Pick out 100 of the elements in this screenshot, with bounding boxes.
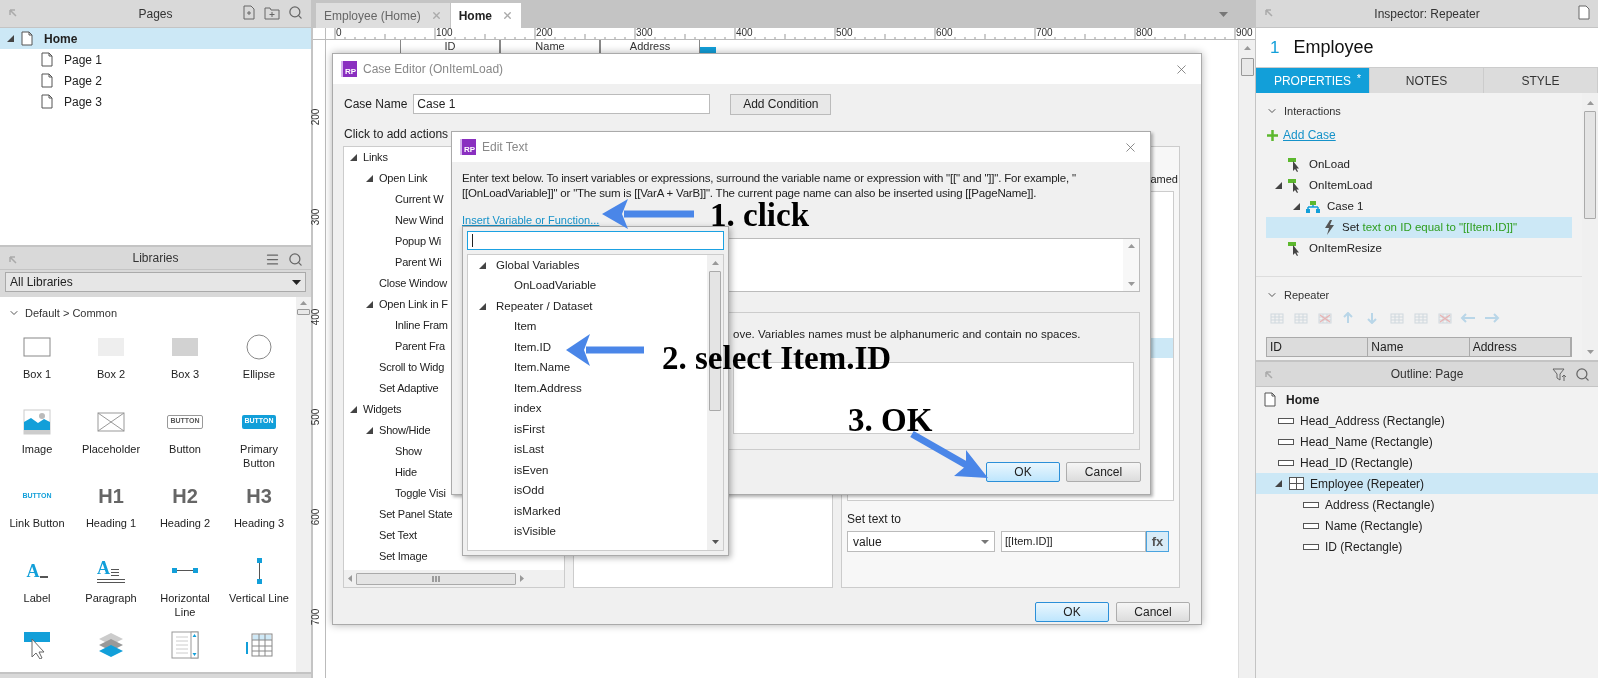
outline-tree-item[interactable]: Head_ID (Rectangle)	[1256, 452, 1598, 473]
arrow-icon[interactable]	[1264, 8, 1274, 18]
filter-icon[interactable]	[1552, 367, 1567, 382]
outline-tree-item[interactable]: Address (Rectangle)	[1256, 494, 1598, 515]
search-icon[interactable]	[288, 252, 303, 267]
tree-item[interactable]: Open Link	[379, 170, 428, 187]
triangle-icon[interactable]	[349, 153, 358, 162]
triangle-icon[interactable]	[365, 426, 374, 435]
new-page-icon[interactable]	[242, 5, 256, 20]
tree-item[interactable]: Set Panel State	[379, 506, 453, 523]
widget-label[interactable]: Box 3	[168, 367, 202, 381]
scrollbar-thumb[interactable]	[1240, 58, 1254, 76]
widget-label[interactable]: Heading 1	[83, 516, 139, 530]
menu-icon[interactable]	[265, 252, 280, 267]
column-header[interactable]: Address	[1469, 338, 1571, 356]
variable-item[interactable]: Repeater / Dataset	[496, 297, 593, 315]
inspector-tab[interactable]: STYLE	[1484, 68, 1598, 93]
widget-label[interactable]: Vertical Line	[227, 590, 291, 605]
widget-label[interactable]: Heading 3	[231, 516, 287, 530]
tree-item[interactable]: Popup Wi	[395, 233, 442, 250]
variable-item[interactable]: index	[514, 400, 542, 418]
grid-icon[interactable]	[1316, 312, 1332, 324]
type-select[interactable]: value	[847, 531, 995, 552]
column-header[interactable]: ID	[1267, 338, 1369, 356]
value-field[interactable]: [[Item.ID]]	[1001, 531, 1146, 552]
search-icon[interactable]	[1575, 367, 1590, 382]
outline-tree-item[interactable]: ID (Rectangle)	[1256, 536, 1598, 557]
handle-marker[interactable]	[700, 47, 716, 53]
case-name-field[interactable]: Case 1	[413, 94, 711, 114]
widget-label[interactable]: Placeholder	[79, 441, 143, 456]
dialog-button[interactable]: Cancel	[1116, 602, 1190, 622]
tree-item[interactable]: Show/Hide	[379, 422, 431, 439]
interaction-tree-item[interactable]: OnItemLoad	[1266, 175, 1572, 196]
outline-tree-item[interactable]: Head_Address (Rectangle)	[1256, 410, 1598, 431]
page-tree-item[interactable]: Page 3	[0, 91, 311, 112]
interaction-tree-item[interactable]: Set text on ID equal to "[[Item.ID]]"	[1266, 217, 1572, 238]
dialog-button[interactable]: OK	[986, 461, 1060, 482]
scroll-arrow-icon[interactable]	[711, 540, 719, 544]
variable-item[interactable]: isOdd	[514, 482, 545, 500]
variable-item[interactable]: Item.ID	[514, 338, 552, 356]
tree-item[interactable]: Widgets	[363, 401, 402, 418]
grip-icon[interactable]	[432, 575, 440, 582]
close-icon[interactable]	[430, 10, 442, 21]
fx-button[interactable]: fx	[1146, 531, 1169, 552]
add-condition-button[interactable]: Add Condition	[730, 93, 832, 115]
caret-icon[interactable]	[1219, 12, 1228, 17]
widget-label[interactable]: Label	[21, 590, 53, 605]
tree-item[interactable]: Show	[395, 443, 422, 460]
variable-item[interactable]: Item	[514, 318, 537, 336]
tree-item[interactable]: Parent Wi	[395, 254, 442, 271]
triangle-icon[interactable]	[365, 174, 374, 183]
variable-item[interactable]: isMarked	[514, 502, 561, 520]
widget-label[interactable]: Heading 2	[157, 516, 213, 530]
horizontal-scrollbar[interactable]	[344, 570, 564, 587]
triangle-icon[interactable]	[365, 300, 374, 309]
tree-item[interactable]: Links	[363, 149, 388, 166]
tree-item[interactable]: Parent Fra	[395, 338, 445, 355]
new-folder-icon[interactable]	[264, 5, 280, 20]
outline-tree-item[interactable]: Head_Name (Rectangle)	[1256, 431, 1598, 452]
variable-item[interactable]: isLast	[514, 441, 545, 459]
arrow-icon[interactable]	[8, 8, 18, 18]
tree-item[interactable]: Hide	[395, 464, 417, 481]
variable-item[interactable]: Item.Address	[514, 379, 582, 397]
triangle-icon[interactable]	[6, 34, 15, 43]
widget-label[interactable]: Image	[19, 441, 55, 456]
column-header[interactable]: Name	[1368, 338, 1470, 356]
tree-item[interactable]: New Wind	[395, 212, 444, 229]
tree-item[interactable]: Open Link in F	[379, 296, 448, 313]
scrollbar-thumb[interactable]	[297, 309, 310, 315]
library-select[interactable]: All Libraries	[5, 272, 306, 292]
outline-tree-item[interactable]: Employee (Repeater)	[1256, 473, 1598, 494]
outline-tree-item[interactable]: Name (Rectangle)	[1256, 515, 1598, 536]
scrollbar[interactable]	[296, 297, 311, 672]
arrow-icon[interactable]	[1484, 312, 1500, 324]
widget-label[interactable]: Primary Button	[222, 441, 296, 470]
page-tree-item[interactable]: Page 1	[0, 49, 311, 70]
arrow-icon[interactable]	[1264, 370, 1274, 380]
dialog-button[interactable]: OK	[1035, 602, 1109, 622]
page-icon[interactable]	[1578, 5, 1590, 20]
widget-label[interactable]: Button	[167, 441, 203, 456]
plus-icon[interactable]	[1267, 129, 1278, 141]
widget-label[interactable]: Horizontal Line	[148, 590, 222, 619]
interaction-tree-item[interactable]: OnItemResize	[1266, 238, 1572, 259]
widget-label[interactable]: Link Button	[7, 516, 67, 530]
widget-label[interactable]: Ellipse	[240, 367, 278, 381]
variable-item[interactable]: OnLoadVariable	[514, 277, 597, 295]
interaction-tree-item[interactable]: Case 1	[1266, 196, 1572, 217]
page-tree-item[interactable]: Page 2	[0, 70, 311, 91]
variable-item[interactable]: isFirst	[514, 420, 545, 438]
variable-item[interactable]: Global Variables	[496, 256, 580, 274]
variable-item[interactable]: Item.Name	[514, 359, 571, 377]
triangle-icon[interactable]	[1274, 181, 1283, 190]
tree-item[interactable]: Scroll to Widg	[379, 359, 445, 376]
arrow-icon[interactable]	[1460, 312, 1476, 324]
inspector-tab[interactable]: NOTES	[1370, 68, 1484, 93]
tree-item[interactable]: Current W	[395, 191, 444, 208]
triangle-icon[interactable]	[1292, 202, 1301, 211]
arrow-icon[interactable]	[8, 255, 18, 265]
triangle-icon[interactable]	[349, 405, 358, 414]
widget-label[interactable]: Paragraph	[83, 590, 139, 605]
